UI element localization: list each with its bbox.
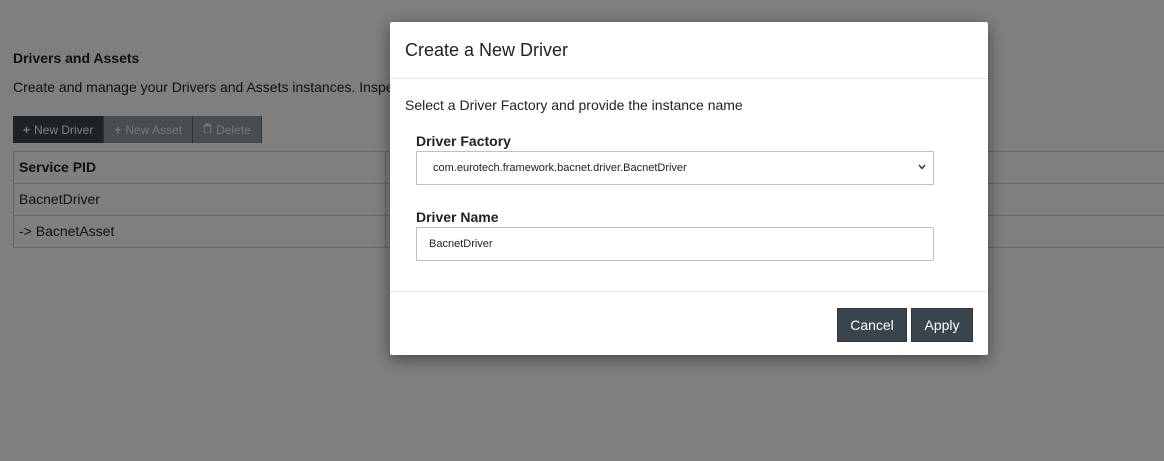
apply-button[interactable]: Apply <box>911 308 973 342</box>
cancel-button[interactable]: Cancel <box>837 308 907 342</box>
driver-factory-select[interactable]: com.eurotech.framework.bacnet.driver.Bac… <box>416 151 934 185</box>
dialog-intro: Select a Driver Factory and provide the … <box>405 97 743 113</box>
create-driver-dialog: Create a New Driver Select a Driver Fact… <box>390 22 988 355</box>
driver-name-input[interactable] <box>416 227 934 261</box>
dialog-title: Create a New Driver <box>405 40 569 60</box>
dialog-header: Create a New Driver <box>390 22 988 79</box>
driver-name-label: Driver Name <box>416 209 499 225</box>
dialog-body: Select a Driver Factory and provide the … <box>390 79 988 292</box>
driver-factory-selected-value: com.eurotech.framework.bacnet.driver.Bac… <box>433 162 687 174</box>
chevron-down-icon <box>916 160 928 174</box>
dialog-footer: Cancel Apply <box>390 291 988 355</box>
driver-factory-label: Driver Factory <box>416 133 511 149</box>
